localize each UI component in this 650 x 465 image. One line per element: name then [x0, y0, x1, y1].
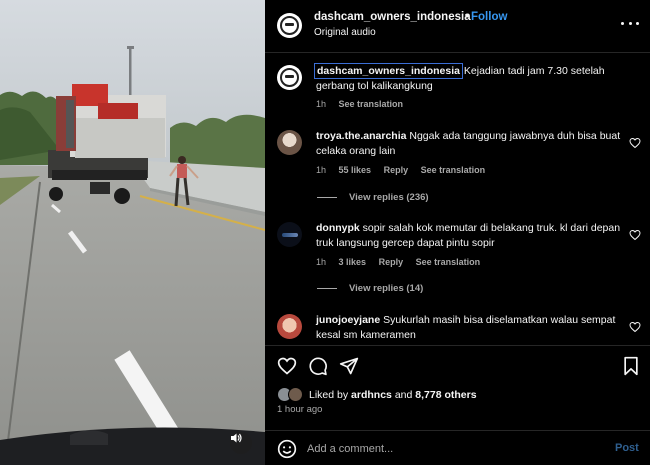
comment-time: 1h	[316, 165, 327, 175]
comment-text: sopir salah kok memutar di belakang truk…	[316, 222, 621, 249]
view-replies-button[interactable]: View replies (236)	[317, 192, 429, 203]
comment-time: 1h	[316, 257, 327, 267]
add-comment-bar: Post	[265, 430, 650, 465]
post-time[interactable]: 1 hour ago	[277, 404, 322, 415]
liked-by-others[interactable]: 8,778 others	[415, 389, 476, 401]
view-replies-label: View replies (236)	[349, 192, 429, 203]
replies-divider	[317, 288, 337, 289]
likes-summary[interactable]: Liked by ardhncs and 8,778 others	[277, 387, 477, 403]
reply-button[interactable]: Reply	[379, 257, 404, 267]
caption-text-block: dashcam_owners_indonesia Kejadian tadi j…	[314, 63, 621, 94]
caption-avatar[interactable]	[277, 65, 302, 90]
caption-meta: 1h See translation	[316, 99, 413, 109]
heart-icon[interactable]	[277, 356, 297, 376]
caption-time: 1h	[316, 99, 327, 109]
comment-likes[interactable]: 3 likes	[339, 257, 367, 267]
post-media[interactable]	[0, 0, 265, 465]
comment-text-block: donnypk sopir salah kok memutar di belak…	[316, 221, 621, 251]
comment-like-heart-icon[interactable]	[629, 137, 641, 149]
liker-avatars	[277, 387, 307, 403]
original-audio-link[interactable]: Original audio	[314, 27, 376, 38]
comment-likes[interactable]: 55 likes	[339, 165, 372, 175]
dashcam-logo-icon	[280, 16, 299, 35]
send-icon[interactable]	[339, 356, 359, 376]
comment-meta: 1h 3 likes Reply See translation	[316, 257, 490, 267]
more-options-icon[interactable]	[621, 14, 639, 32]
comment-like-heart-icon[interactable]	[629, 321, 641, 333]
comment-meta: 1h 55 likes Reply See translation	[316, 165, 495, 175]
view-replies-label: View replies (14)	[349, 283, 424, 294]
see-translation-button[interactable]: See translation	[416, 257, 481, 267]
audio-toggle-button[interactable]	[230, 432, 252, 454]
commenter-avatar[interactable]	[277, 130, 302, 155]
comment-text-block: junojoeyjane Syukurlah masih bisa disela…	[316, 313, 621, 343]
comment-icon[interactable]	[308, 356, 328, 376]
header-separator: •	[465, 11, 470, 23]
liked-by-conj: and	[394, 389, 413, 401]
comment-input[interactable]	[307, 437, 607, 461]
comment-text-block: troya.the.anarchia Nggak ada tanggung ja…	[316, 129, 621, 159]
comment-like-heart-icon[interactable]	[629, 229, 641, 241]
comment-username[interactable]: donnypk	[316, 222, 360, 234]
liked-by-prefix: Liked by	[309, 389, 349, 401]
caption-see-translation[interactable]: See translation	[339, 99, 404, 109]
post-actions: Liked by ardhncs and 8,778 others 1 hour…	[265, 345, 650, 465]
post-button[interactable]: Post	[615, 442, 639, 454]
view-replies-button[interactable]: View replies (14)	[317, 283, 423, 294]
emoji-icon[interactable]	[277, 439, 297, 459]
dashcam-logo-icon	[280, 68, 299, 87]
bookmark-icon[interactable]	[621, 356, 641, 376]
liker-avatar	[288, 387, 303, 402]
comment-username[interactable]: junojoeyjane	[316, 314, 380, 326]
see-translation-button[interactable]: See translation	[421, 165, 486, 175]
follow-button[interactable]: Follow	[471, 11, 507, 23]
author-avatar[interactable]	[277, 13, 302, 38]
comment-username[interactable]: troya.the.anarchia	[316, 130, 406, 142]
dashcam-video-frame	[0, 0, 265, 465]
liked-by-user[interactable]: ardhncs	[351, 389, 392, 401]
reply-button[interactable]: Reply	[384, 165, 409, 175]
commenter-avatar[interactable]	[277, 314, 302, 339]
commenter-avatar[interactable]	[277, 222, 302, 247]
post-header: dashcam_owners_indonesia • Follow Origin…	[265, 0, 650, 53]
speaker-icon	[231, 433, 242, 443]
author-username[interactable]: dashcam_owners_indonesia	[314, 11, 471, 23]
replies-divider	[317, 197, 337, 198]
caption-username[interactable]: dashcam_owners_indonesia	[314, 63, 463, 79]
post-panel: dashcam_owners_indonesia • Follow Origin…	[265, 0, 650, 465]
comments-list[interactable]: dashcam_owners_indonesia Kejadian tadi j…	[265, 54, 650, 344]
